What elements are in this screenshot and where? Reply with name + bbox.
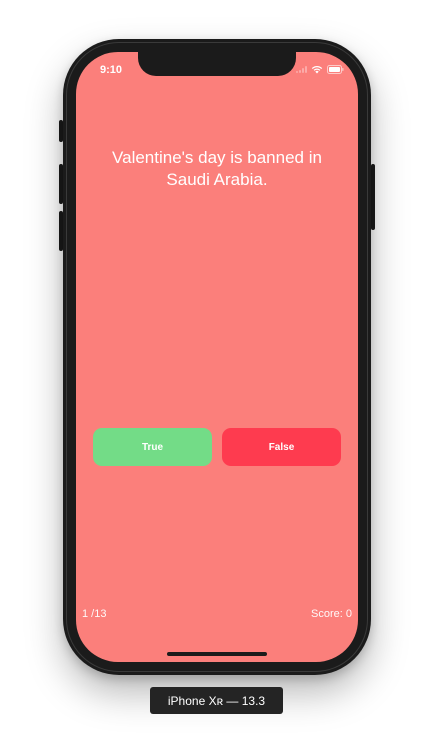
power-button <box>371 164 375 230</box>
device-label: iPhone Xʀ — 13.3 <box>150 687 283 714</box>
status-time: 9:10 <box>100 64 123 76</box>
home-indicator[interactable] <box>167 652 267 656</box>
progress-label: 1 /13 <box>82 608 107 620</box>
app-screen: 9:10 Valentine's day is banned in Saudi … <box>76 52 358 662</box>
true-button[interactable]: True <box>93 428 212 466</box>
false-button[interactable]: False <box>222 428 341 466</box>
status-icons <box>296 65 344 74</box>
battery-icon <box>327 65 344 74</box>
wifi-icon <box>311 65 323 74</box>
signal-icon <box>296 66 307 73</box>
question-label: Valentine's day is banned in Saudi Arabi… <box>112 148 322 189</box>
score-label: Score: 0 <box>311 608 352 620</box>
simulator-stage: 9:10 Valentine's day is banned in Saudi … <box>0 0 434 750</box>
notch <box>138 52 296 76</box>
